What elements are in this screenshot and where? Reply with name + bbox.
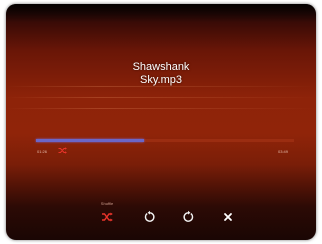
- controls-bar: Shuffle: [6, 199, 316, 229]
- track-title-line2: Sky.mp3: [140, 74, 182, 86]
- rewind-button[interactable]: [142, 209, 158, 225]
- track-title: Shawshank Sky.mp3: [6, 61, 316, 87]
- forward-icon: [183, 210, 194, 222]
- rewind-icon: [144, 210, 155, 222]
- close-button[interactable]: [220, 209, 236, 225]
- background-stripe: [6, 97, 316, 98]
- shuffle-icon: [102, 212, 113, 222]
- progress-fill: [36, 139, 145, 142]
- progress-bar[interactable]: [36, 139, 294, 142]
- shuffle-label: Shuffle: [100, 201, 114, 206]
- elapsed-time: 01:26: [37, 149, 48, 154]
- total-time: 03:49: [278, 149, 289, 154]
- top-shade: [6, 4, 316, 22]
- forward-button[interactable]: [180, 209, 196, 225]
- track-title-line1: Shawshank: [132, 61, 190, 73]
- shuffle-indicator-icon: [58, 147, 67, 154]
- player-window: Shawshank Sky.mp3 01:26 03:49 Shuffle: [6, 4, 316, 240]
- close-icon: [224, 213, 232, 221]
- background-stripe: [6, 108, 316, 109]
- shuffle-button[interactable]: [99, 209, 115, 225]
